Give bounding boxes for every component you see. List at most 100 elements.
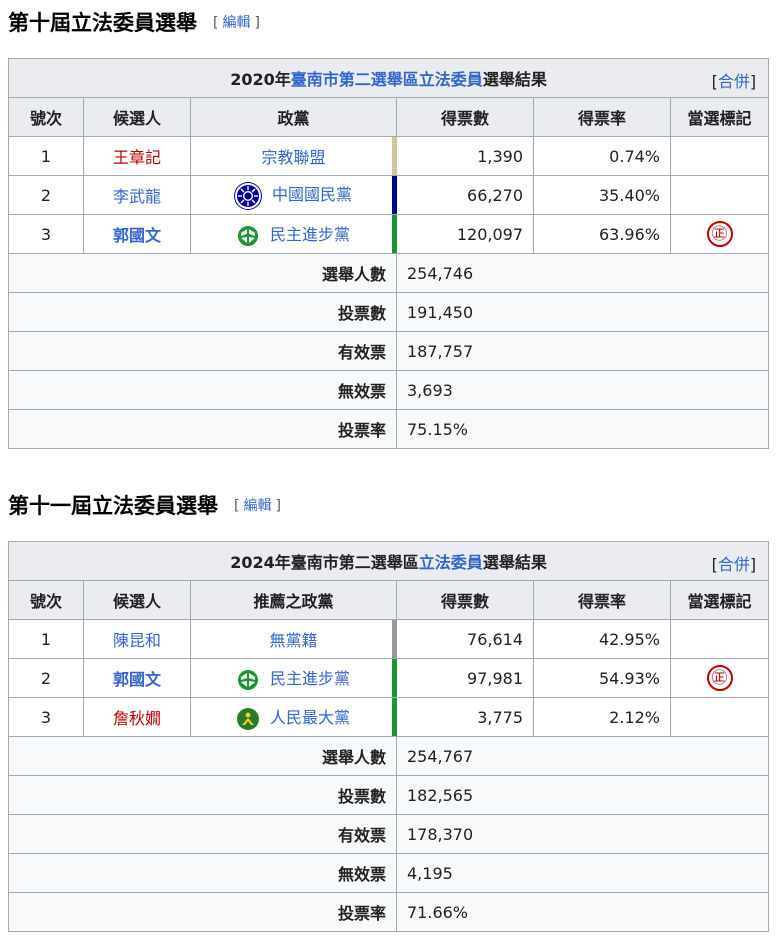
summary-row: 選舉人數 254,746 [8,253,770,293]
table-caption: 2020年臺南市第二選舉區立法委員選舉結果 [合併] [7,58,770,98]
table-row: 1 王章記 宗教聯盟 1,390 0.74% [8,136,770,176]
party-cell: 民主進步黨 [190,214,397,254]
candidate-link[interactable]: 李武龍 [83,175,191,215]
votes: 1,390 [396,136,534,176]
party-color-bar [392,137,397,175]
party-link[interactable]: 民主進步黨 [270,225,350,244]
merge-control: [合併] [711,72,757,91]
caption-link[interactable]: 臺南市第二選舉區立法委員 [291,70,483,89]
table-row: 1 陳昆和 無黨籍 76,614 42.95% [8,619,770,659]
col-no: 號次 [8,97,84,137]
elected-cell [669,175,770,215]
summary-label: 有效票 [8,814,397,854]
header-row: 號次 候選人 政黨 得票數 得票率 當選標記 [8,97,770,137]
edit-link[interactable]: 編輯 [218,15,254,31]
vote-pct: 2.12% [533,697,671,737]
summary-row: 無效票 3,693 [8,370,770,410]
party-link[interactable]: 中國國民黨 [272,185,352,204]
elected-cell [669,619,770,659]
summary-label: 投票數 [8,775,397,815]
summary-row: 有效票 178,370 [8,814,770,854]
summary-value: 178,370 [395,814,770,854]
party-link[interactable]: 無黨籍 [269,631,317,650]
candidate-link[interactable]: 郭國文 [83,658,191,698]
candidate-link[interactable]: 陳昆和 [83,619,191,659]
dpp-emblem-icon [236,224,259,247]
election-results-table-2020: 2020年臺南市第二選舉區立法委員選舉結果 [合併] 號次 候選人 政黨 得票數… [7,58,770,449]
vote-pct: 35.40% [533,175,671,215]
elected-cell [669,136,770,176]
vote-pct: 54.93% [533,658,671,698]
party-link[interactable]: 民主進步黨 [270,669,350,688]
summary-row: 無效票 4,195 [8,853,770,893]
party-color-bar [392,215,397,253]
party-link[interactable]: 人民最大黨 [270,708,350,727]
col-candidate: 候選人 [83,580,191,620]
summary-label: 投票率 [8,409,397,449]
party-color-bar [392,659,397,697]
edit-link[interactable]: 編輯 [239,498,275,514]
summary-value: 3,693 [395,370,770,410]
votes: 66,270 [396,175,534,215]
summary-value: 75.15% [395,409,770,449]
party-cell: 人民最大黨 [190,697,397,737]
row-no: 2 [8,175,84,215]
table-row: 2 李武龍 中國國民黨 66,270 35.40% [8,175,770,215]
section-heading: 第十屆立法委員選舉 [編輯] [8,2,260,42]
row-no: 1 [8,619,84,659]
summary-label: 選舉人數 [8,736,397,776]
summary-label: 投票數 [8,292,397,332]
candidate-link[interactable]: 王章記 [83,136,191,176]
summary-value: 182,565 [395,775,770,815]
summary-value: 254,767 [395,736,770,776]
summary-label: 無效票 [8,853,397,893]
summary-value: 191,450 [395,292,770,332]
election-results-table-2024: 2024年臺南市第二選舉區立法委員選舉結果 [合併] 號次 候選人 推薦之政黨 … [7,541,770,932]
dpp-emblem-icon [236,668,259,691]
candidate-link[interactable]: 郭國文 [83,214,191,254]
col-votes: 得票數 [396,580,534,620]
merge-link[interactable]: 合併 [718,555,750,574]
summary-row: 投票數 182,565 [8,775,770,815]
summary-value: 254,746 [395,253,770,293]
row-no: 3 [8,214,84,254]
party-color-bar [392,620,397,658]
col-party: 政黨 [190,97,397,137]
elected-cell: ㊣ [669,658,770,698]
col-party: 推薦之政黨 [190,580,397,620]
people-party-emblem-icon [236,707,259,730]
table-caption: 2024年臺南市第二選舉區立法委員選舉結果 [合併] [7,541,770,581]
edit-section: [編輯] [213,15,260,31]
votes: 120,097 [396,214,534,254]
party-link[interactable]: 宗教聯盟 [261,148,325,167]
elected-mark-icon: ㊣ [706,665,733,691]
col-candidate: 候選人 [83,97,191,137]
summary-label: 無效票 [8,370,397,410]
heading-text: 第十一屆立法委員選舉 [8,494,218,518]
votes: 97,981 [396,658,534,698]
summary-row: 選舉人數 254,767 [8,736,770,776]
kmt-emblem-icon [234,182,261,209]
party-cell: 宗教聯盟 [190,136,397,176]
votes: 76,614 [396,619,534,659]
summary-row: 投票數 191,450 [8,292,770,332]
summary-value: 187,757 [395,331,770,371]
merge-link[interactable]: 合併 [718,72,750,91]
party-cell: 中國國民黨 [190,175,397,215]
col-pct: 得票率 [533,580,671,620]
elected-cell [669,697,770,737]
caption-link[interactable]: 立法委員 [419,553,483,572]
elected-cell: ㊣ [669,214,770,254]
summary-value: 71.66% [395,892,770,932]
header-row: 號次 候選人 推薦之政黨 得票數 得票率 當選標記 [8,580,770,620]
col-pct: 得票率 [533,97,671,137]
elected-mark-icon: ㊣ [706,221,733,247]
summary-row: 投票率 75.15% [8,409,770,449]
vote-pct: 42.95% [533,619,671,659]
party-cell: 無黨籍 [190,619,397,659]
candidate-link[interactable]: 詹秋嫺 [83,697,191,737]
party-cell: 民主進步黨 [190,658,397,698]
edit-section: [編輯] [234,498,281,514]
section-heading: 第十一屆立法委員選舉 [編輯] [8,485,281,525]
vote-pct: 63.96% [533,214,671,254]
